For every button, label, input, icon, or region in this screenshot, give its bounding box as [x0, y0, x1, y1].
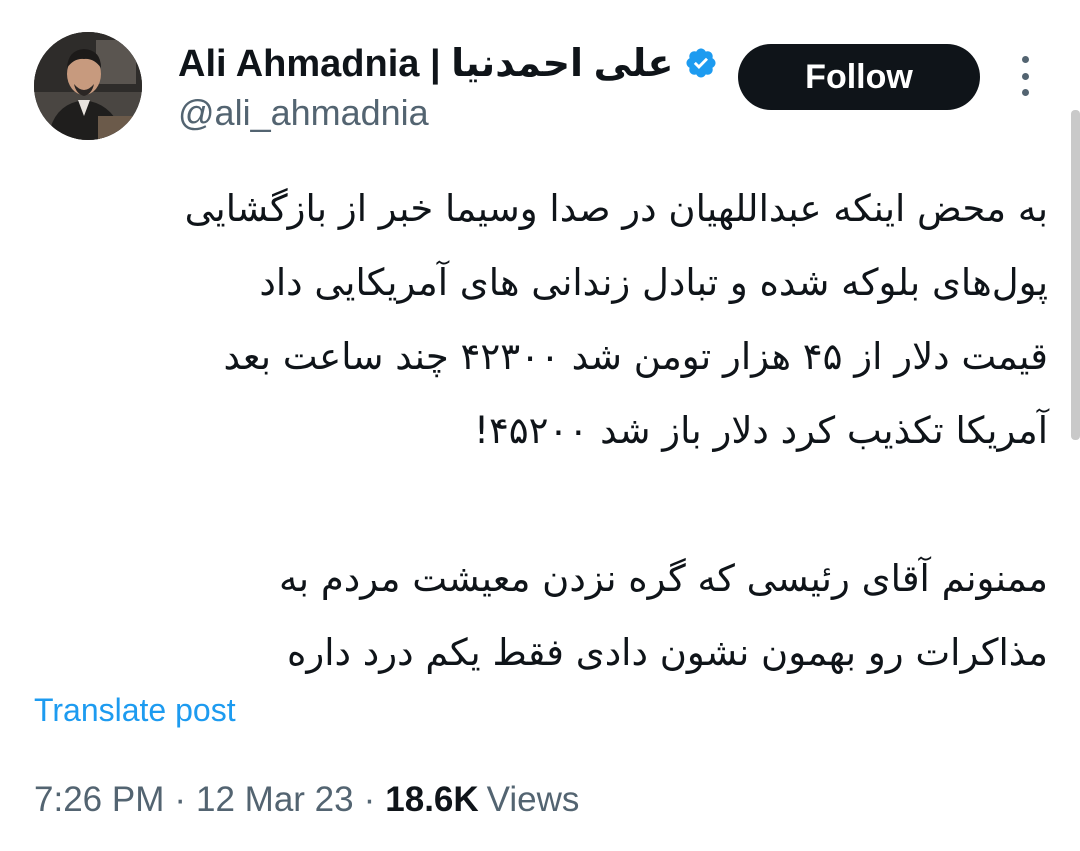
scrollbar-thumb[interactable]: [1071, 110, 1080, 440]
tweet-meta: 7:26 PM · 12 Mar 23 · 18.6K Views: [34, 780, 579, 820]
tweet-line: آمریکا تکذیب کرد دلار باز شد ۴۵۲۰۰!: [474, 409, 1048, 452]
more-dot: [1021, 89, 1029, 96]
tweet-line: ممنونم آقای رئیسی که گره نزدن معیشت مردم…: [278, 557, 1048, 600]
tweet-text: به محض اینکه عبداللهیان در صدا وسیما خبر…: [30, 172, 1048, 690]
meta-separator: ·: [174, 780, 187, 819]
tweet-line: قیمت دلار از ۴۵ هزار تومن شد ۴۲۳۰۰ چند س…: [223, 335, 1048, 378]
tweet-line: به محض اینکه عبداللهیان در صدا وسیما خبر…: [184, 187, 1048, 230]
author-display-name[interactable]: Ali Ahmadnia | علی احمدنیا: [178, 41, 674, 86]
avatar[interactable]: [34, 32, 142, 140]
views-label: Views: [486, 780, 580, 819]
more-dot: [1021, 56, 1029, 63]
author-name-row: Ali Ahmadnia | علی احمدنیا: [178, 38, 718, 88]
tweet-time[interactable]: 7:26 PM: [34, 780, 164, 820]
more-dot: [1021, 72, 1029, 80]
author-handle[interactable]: @ali_ahmadnia: [178, 92, 429, 134]
verified-badge-icon: [684, 46, 718, 80]
avatar-image: [34, 32, 142, 140]
translate-post-link[interactable]: Translate post: [34, 692, 236, 729]
tweet-line: مذاکرات رو بهمون نشون دادی فقط یکم درد د…: [286, 631, 1048, 674]
tweet-line: پول‌های بلوکه شده و تبادل زندانی های آمر…: [259, 261, 1048, 304]
tweet-date[interactable]: 12 Mar 23: [196, 780, 354, 820]
meta-separator: ·: [363, 780, 376, 819]
views-count: 18.6K: [385, 780, 479, 819]
more-vertical-icon[interactable]: [1010, 56, 1040, 96]
follow-button[interactable]: Follow: [738, 44, 980, 110]
